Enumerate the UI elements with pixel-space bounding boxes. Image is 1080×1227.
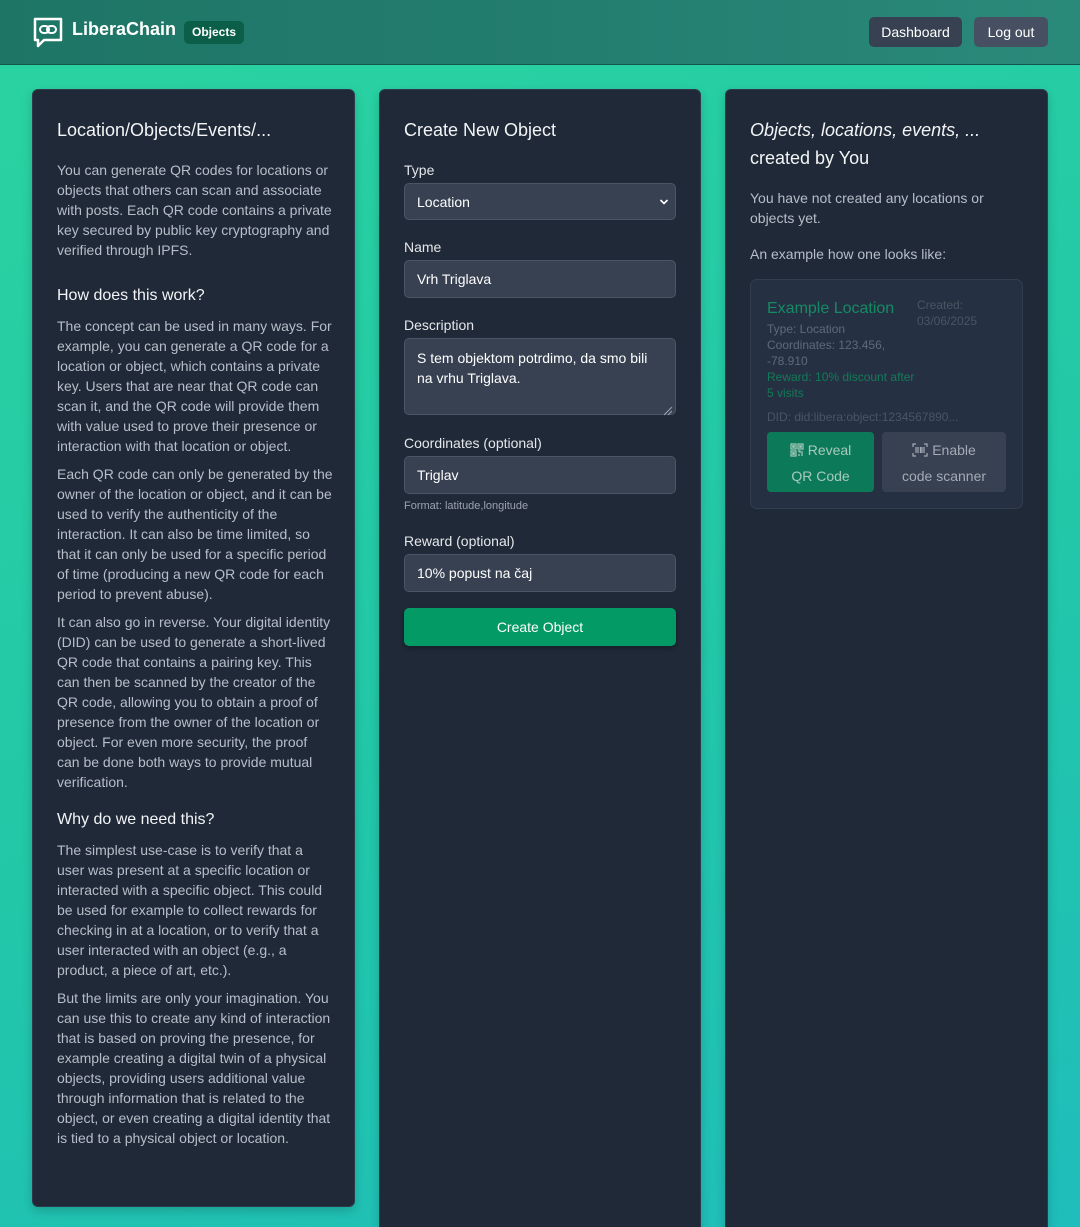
example-reward-line-1: Reward: 10% discount after (767, 370, 915, 384)
info-intro: You can generate QR codes for locations … (57, 162, 332, 258)
section-badge: Objects (184, 21, 245, 44)
reveal-label-line-2: QR Code (791, 468, 850, 484)
name-label: Name (404, 239, 442, 255)
type-select-value: Location (417, 194, 470, 210)
scanner-label-line-1: Enable (932, 442, 976, 458)
name-input[interactable]: Vrh Triglava (404, 260, 676, 298)
example-coordinates-line-1: Coordinates: 123.456, (767, 338, 886, 352)
example-coordinates-line-2: -78.910 (767, 354, 808, 368)
chevron-down-icon (659, 184, 669, 220)
type-label: Type (404, 162, 435, 178)
empty-state-text: You have not created any locations or ob… (750, 190, 984, 226)
reward-input[interactable]: 10% popust na čaj (404, 554, 676, 592)
brand-name[interactable]: LiberaChain (72, 19, 176, 40)
dashboard-button[interactable]: Dashboard (869, 17, 962, 47)
type-select[interactable]: Location (404, 183, 676, 220)
chat-link-icon[interactable] (32, 16, 64, 48)
qr-code-icon (790, 440, 804, 464)
form-title: Create New Object (404, 120, 557, 140)
info-panel: Location/Objects/Events/... You can gene… (32, 89, 355, 1207)
reward-label: Reward (optional) (404, 533, 515, 549)
example-type: Type: Location (767, 322, 846, 336)
how-paragraph-2: Each QR code can only be generated by th… (57, 466, 333, 602)
coordinates-label: Coordinates (optional) (404, 435, 542, 451)
description-label: Description (404, 317, 475, 333)
create-object-panel: Create New Object Type Location Name Vrh… (379, 89, 701, 1227)
create-object-button[interactable]: Create Object (404, 608, 676, 646)
how-paragraph-1: The concept can be used in many ways. Fo… (57, 318, 332, 454)
logout-button[interactable]: Log out (974, 17, 1048, 47)
scanner-label-line-2: code scanner (901, 468, 987, 484)
coordinates-hint: Format: latitude,longitude (404, 500, 529, 512)
example-name: Example Location (767, 300, 895, 317)
how-heading: How does this work? (57, 287, 205, 304)
why-paragraph-1: The simplest use-case is to verify that … (57, 842, 323, 978)
created-title-rest: created by You (750, 148, 870, 168)
example-created-date: 03/06/2025 (917, 314, 978, 328)
how-paragraph-3: It can also go in reverse. Your digital … (57, 614, 331, 790)
created-objects-panel: Objects, locations, events, ... created … (725, 89, 1048, 1227)
example-created-label: Created: (917, 298, 964, 312)
why-heading: Why do we need this? (57, 811, 215, 828)
info-title: Location/Objects/Events/... (57, 120, 272, 140)
reveal-label-line-1: Reveal (807, 442, 852, 458)
created-title-italic: Objects, locations, events, ... (750, 120, 981, 140)
reveal-qr-code-button[interactable]: Reveal QR Code (767, 432, 874, 492)
resize-handle-icon[interactable] (661, 401, 673, 420)
why-paragraph-2: But the limits are only your imagination… (57, 990, 331, 1146)
top-navigation-bar: LiberaChain Objects Dashboard Log out (0, 0, 1080, 65)
example-reward-line-2: 5 visits (767, 386, 804, 400)
example-intro: An example how one looks like: (750, 246, 947, 262)
coordinates-input[interactable]: Triglav (404, 456, 676, 494)
barcode-scan-icon (912, 440, 928, 464)
description-textarea[interactable]: S tem objektom potrdimo, da smo bili na … (404, 338, 676, 415)
example-object-card: Example Location Created: 03/06/2025 Typ… (750, 279, 1023, 509)
example-did: DID: did:libera:object:1234567890... (767, 410, 959, 424)
enable-code-scanner-button[interactable]: Enable code scanner (882, 432, 1006, 492)
